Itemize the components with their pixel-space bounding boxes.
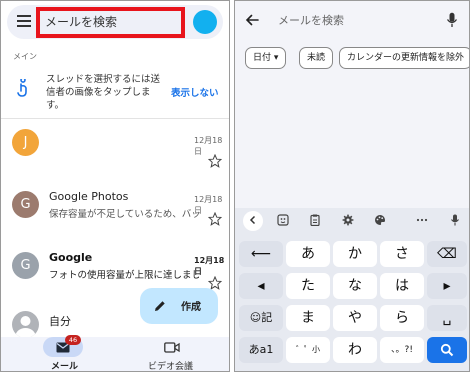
account-avatar[interactable] xyxy=(193,10,217,34)
filter-chip-unread[interactable]: 未読 xyxy=(299,47,334,69)
hint-text: スレッドを選択するには送信者の画像をタップします。 xyxy=(46,74,161,111)
key-cursor-left[interactable]: ◂ xyxy=(239,273,283,299)
touch-hand-icon xyxy=(17,79,27,97)
sender-avatar: G xyxy=(12,191,39,218)
video-camera-icon[interactable] xyxy=(164,342,180,353)
search-input[interactable]: メールを検索 xyxy=(278,12,344,28)
chevron-left-icon xyxy=(249,215,256,225)
key-ha[interactable]: は xyxy=(380,273,424,299)
key-backspace[interactable]: ⌫ xyxy=(427,241,467,267)
sender-avatar: G xyxy=(12,252,39,279)
divider xyxy=(1,118,229,119)
key-emoji-symbol[interactable]: ☺記 xyxy=(239,305,283,331)
email-sender: Google Photos xyxy=(49,190,129,203)
key-dakuten[interactable]: ゛゜小 xyxy=(286,337,330,363)
star-icon[interactable] xyxy=(208,212,222,226)
email-date: 12月18日 xyxy=(194,256,225,276)
more-options-icon[interactable] xyxy=(416,214,428,226)
key-undo[interactable]: ⟵ xyxy=(239,241,283,267)
nav-mail-label: メール xyxy=(51,362,79,372)
unread-count-badge: 46 xyxy=(65,335,81,345)
key-space[interactable]: ␣ xyxy=(427,305,467,331)
screen: メールを検索 メイン スレッドを選択するには送信者の画像をタップします。 表示し… xyxy=(0,0,470,372)
gear-icon[interactable] xyxy=(342,214,354,226)
section-label: メイン xyxy=(13,52,37,61)
search-screen-panel: メールを検索 日付 ▾ 未読 カレンダーの更新情報を除外 ⟵ あ か さ ⌫ ◂… xyxy=(234,0,470,372)
nav-video-label: ビデオ会議 xyxy=(148,362,194,372)
key-a[interactable]: あ xyxy=(286,241,330,267)
key-ra[interactable]: ら xyxy=(380,305,424,331)
microphone-icon[interactable] xyxy=(449,214,461,226)
key-ta[interactable]: た xyxy=(286,273,330,299)
key-sa[interactable]: さ xyxy=(380,241,424,267)
pencil-icon xyxy=(155,301,165,311)
palette-icon[interactable] xyxy=(374,214,386,226)
bottom-navigation xyxy=(1,337,229,371)
email-sender: 自分 xyxy=(49,315,71,328)
key-wa[interactable]: わ xyxy=(333,337,377,363)
person-icon xyxy=(15,316,36,338)
key-na[interactable]: な xyxy=(333,273,377,299)
sender-avatar xyxy=(12,311,39,338)
email-sender: Google xyxy=(49,251,93,264)
gmail-inbox-panel: メールを検索 メイン スレッドを選択するには送信者の画像をタップします。 表示し… xyxy=(0,0,230,372)
sticker-icon[interactable] xyxy=(277,214,289,226)
email-snippet: 保存容量が不足しているため、バッ... xyxy=(49,209,199,220)
key-cursor-right[interactable]: ▸ xyxy=(427,273,467,299)
key-ma[interactable]: ま xyxy=(286,305,330,331)
hint-dismiss-button[interactable]: 表示しない xyxy=(171,85,219,99)
key-punctuation[interactable]: 、。?! xyxy=(380,337,424,363)
search-icon xyxy=(440,343,454,357)
key-ya[interactable]: や xyxy=(333,305,377,331)
filter-chip-date[interactable]: 日付 ▾ xyxy=(245,47,287,69)
search-input[interactable]: メールを検索 xyxy=(45,13,117,30)
key-input-mode[interactable]: あa1 xyxy=(239,337,283,363)
compose-label: 作成 xyxy=(181,302,201,313)
key-search-enter[interactable] xyxy=(427,337,467,363)
star-icon[interactable] xyxy=(208,154,222,168)
filter-chip-exclude-calendar[interactable]: カレンダーの更新情報を除外 xyxy=(339,47,469,69)
compose-button[interactable] xyxy=(140,288,218,324)
clipboard-icon[interactable] xyxy=(309,214,321,226)
menu-icon[interactable] xyxy=(17,15,31,27)
back-arrow-icon[interactable] xyxy=(245,13,259,27)
email-snippet: フォトの使用容量が上限に達しました xyxy=(49,270,199,281)
sender-avatar: J xyxy=(12,129,39,156)
key-ka[interactable]: か xyxy=(333,241,377,267)
microphone-icon[interactable] xyxy=(446,12,458,28)
